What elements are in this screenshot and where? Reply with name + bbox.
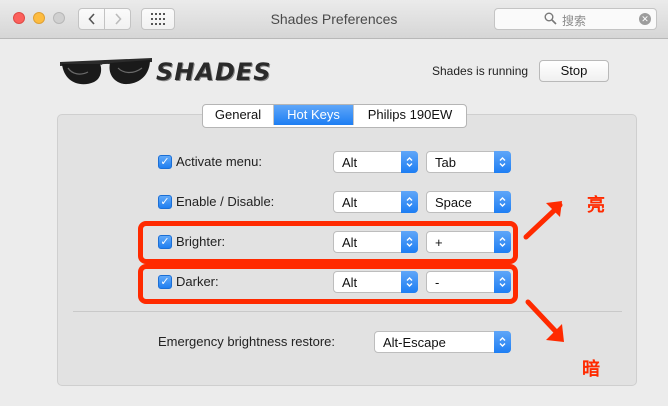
status-text: Shades is running [432, 64, 529, 78]
sunglasses-logo-icon [60, 58, 152, 85]
select-value: Alt [342, 195, 358, 210]
updown-arrows-icon [494, 191, 511, 213]
activate-menu-modifier-select[interactable]: Alt [333, 151, 418, 173]
select-value: Alt [342, 155, 358, 170]
enable-disable-key-select[interactable]: Space [426, 191, 511, 213]
brighter-highlight-box [138, 221, 518, 264]
brighter-annotation: 亮 [587, 195, 605, 215]
emergency-restore-select[interactable]: Alt-Escape [374, 331, 511, 353]
updown-arrows-icon [401, 151, 418, 173]
search-field[interactable]: 搜索 ✕ [494, 8, 657, 30]
tab-general[interactable]: General [203, 105, 274, 125]
updown-arrows-icon [401, 191, 418, 213]
tab-philips-190ew[interactable]: Philips 190EW [354, 105, 466, 125]
tab-bar: General Hot Keys Philips 190EW [202, 104, 467, 128]
stop-button[interactable]: Stop [539, 60, 609, 82]
app-brand: SHADES [156, 58, 272, 86]
updown-arrows-icon [494, 151, 511, 173]
enable-disable-checkbox[interactable]: ✓ [158, 195, 172, 209]
select-value: Tab [435, 155, 456, 170]
darker-highlight-box [138, 264, 518, 304]
search-placeholder: 搜索 [562, 14, 587, 28]
down-right-arrow-icon [525, 299, 564, 342]
darker-annotation: 暗 [582, 359, 600, 379]
tab-hot-keys[interactable]: Hot Keys [274, 105, 354, 125]
select-value: Alt-Escape [383, 335, 446, 350]
title-bar: Shades Preferences 搜索 ✕ [0, 0, 668, 39]
clear-search-icon[interactable]: ✕ [639, 13, 651, 25]
activate-menu-key-select[interactable]: Tab [426, 151, 511, 173]
activate-menu-checkbox[interactable]: ✓ [158, 155, 172, 169]
updown-arrows-icon [494, 331, 511, 353]
up-right-arrow-icon [523, 201, 563, 240]
emergency-restore-label: Emergency brightness restore: [158, 334, 336, 349]
enable-disable-label: Enable / Disable: [176, 194, 275, 209]
select-value: Space [435, 195, 472, 210]
search-icon [544, 12, 557, 25]
enable-disable-modifier-select[interactable]: Alt [333, 191, 418, 213]
activate-menu-label: Activate menu: [176, 154, 262, 169]
